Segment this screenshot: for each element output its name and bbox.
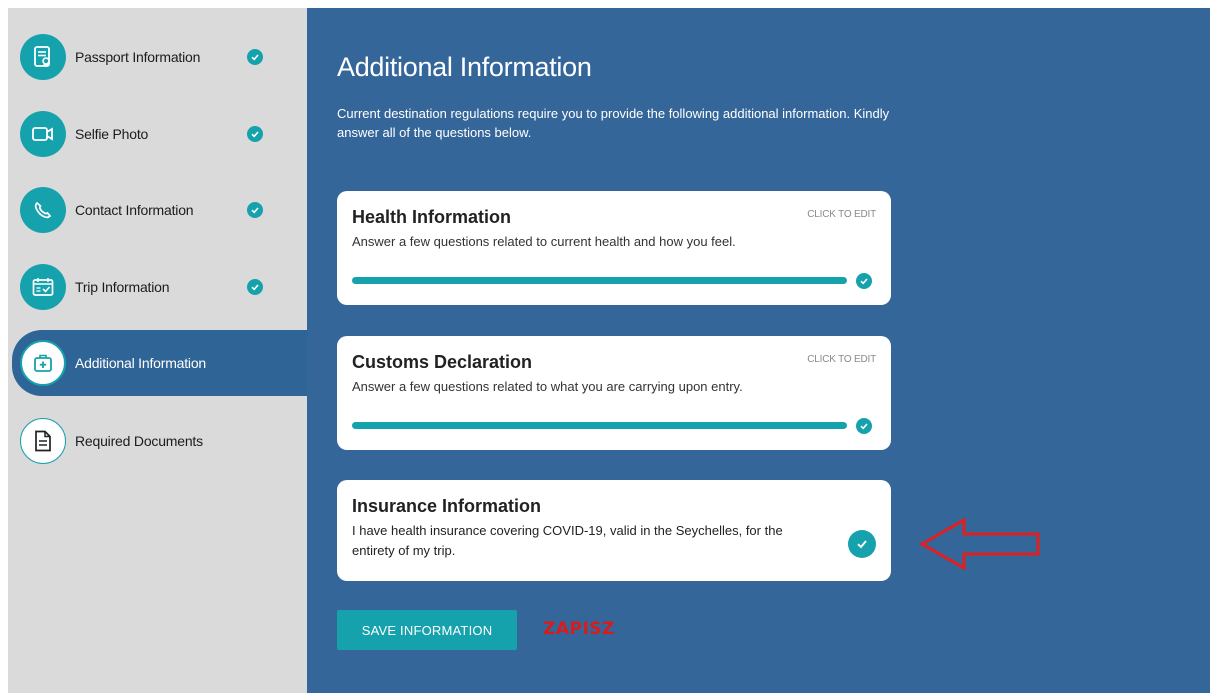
check-icon: [247, 279, 263, 295]
check-icon: [856, 273, 872, 289]
progress-bar: [352, 422, 847, 429]
medical-kit-icon: [20, 340, 66, 386]
check-icon: [247, 126, 263, 142]
sidebar-item-selfie[interactable]: Selfie Photo: [12, 101, 307, 167]
sidebar-item-label: Additional Information: [75, 355, 207, 371]
sidebar-item-label: Required Documents: [75, 433, 203, 449]
sidebar-item-trip[interactable]: Trip Information: [12, 254, 307, 320]
insurance-information-card: Insurance Information I have health insu…: [337, 480, 891, 581]
card-description: I have health insurance covering COVID-1…: [352, 523, 783, 558]
calendar-icon: [20, 264, 66, 310]
sidebar-item-passport[interactable]: Passport Information: [12, 24, 307, 90]
click-to-edit-link[interactable]: CLICK TO EDIT: [807, 209, 876, 220]
sidebar-item-label: Selfie Photo: [75, 126, 149, 142]
sidebar-item-contact[interactable]: Contact Information: [12, 177, 307, 243]
check-icon: [856, 418, 872, 434]
sidebar: Passport Information Selfie Photo Contac…: [8, 8, 307, 693]
sidebar-item-additional[interactable]: Additional Information: [12, 330, 307, 396]
progress-bar: [352, 277, 847, 284]
annotation-text: ZAPISZ: [543, 619, 615, 639]
insurance-checkbox[interactable]: [848, 530, 876, 558]
left-arrow-icon: [920, 517, 1040, 571]
main-panel: Additional Information Current destinati…: [307, 8, 1210, 693]
card-title: Insurance Information: [352, 496, 542, 516]
intro-text: Current destination regulations require …: [337, 106, 890, 140]
sidebar-item-label: Trip Information: [75, 279, 170, 295]
passport-icon: [20, 34, 66, 80]
check-icon: [247, 49, 263, 65]
phone-icon: [20, 187, 66, 233]
card-title: Customs Declaration: [352, 352, 533, 372]
customs-declaration-card[interactable]: Customs Declaration CLICK TO EDIT Answer…: [337, 336, 891, 450]
sidebar-item-label: Contact Information: [75, 202, 194, 218]
click-to-edit-link[interactable]: CLICK TO EDIT: [807, 354, 876, 365]
check-icon: [247, 202, 263, 218]
sidebar-item-label: Passport Information: [75, 49, 201, 65]
save-information-button[interactable]: SAVE INFORMATION: [337, 610, 517, 650]
document-icon: [20, 418, 66, 464]
card-description: Answer a few questions related to curren…: [352, 234, 736, 249]
page-title: Additional Information: [337, 52, 592, 82]
camera-icon: [20, 111, 66, 157]
sidebar-item-documents[interactable]: Required Documents: [12, 408, 307, 474]
health-information-card[interactable]: Health Information CLICK TO EDIT Answer …: [337, 191, 891, 305]
card-description: Answer a few questions related to what y…: [352, 379, 743, 394]
card-title: Health Information: [352, 207, 512, 227]
